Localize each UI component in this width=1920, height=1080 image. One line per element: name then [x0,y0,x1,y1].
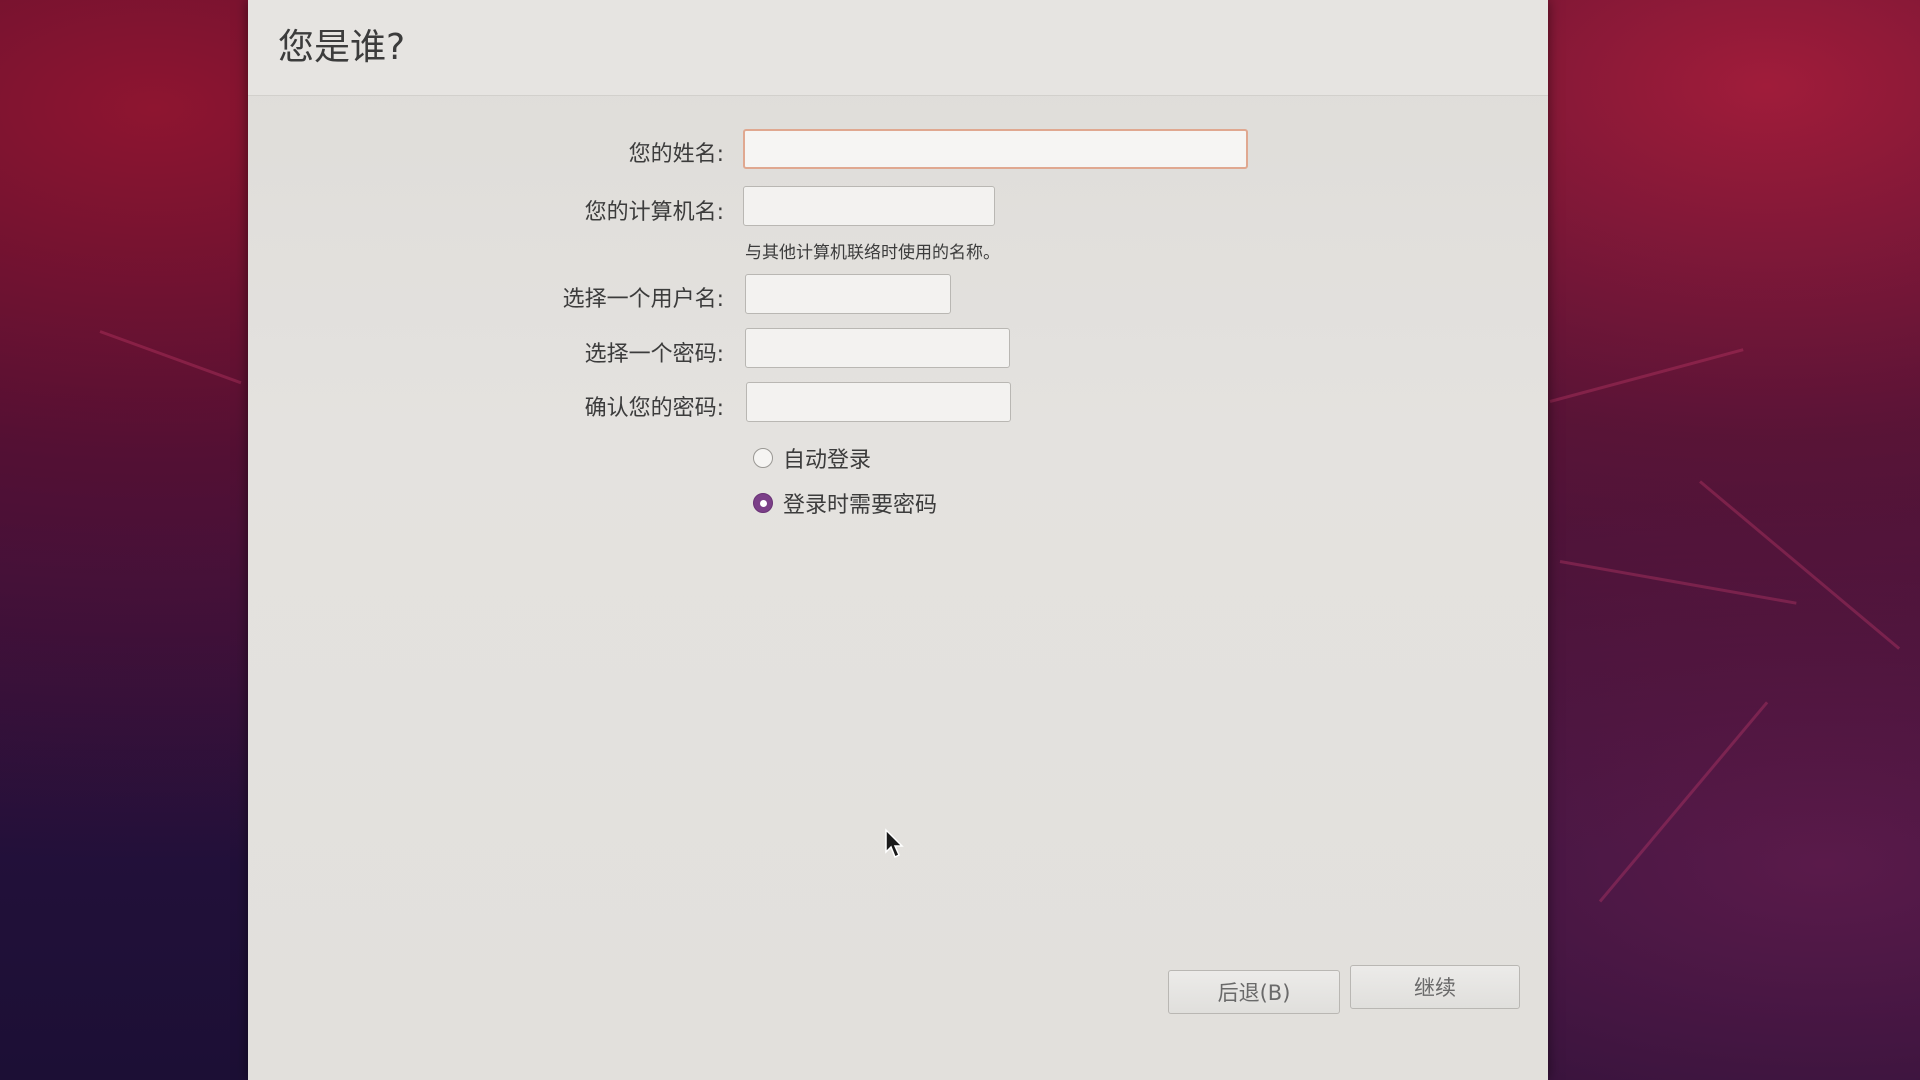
computer-name-label: 您的计算机名: [584,200,724,225]
name-label: 您的姓名: [628,142,724,167]
wallpaper-line [1699,480,1901,650]
username-field[interactable] [745,274,951,314]
auto-login-option[interactable]: 自动登录 [753,442,871,474]
require-password-label: 登录时需要密码 [783,493,938,518]
header: 您是谁? [248,0,1548,96]
name-field[interactable] [743,129,1248,169]
wallpaper-line [1598,701,1769,903]
continue-button[interactable]: 继续 [1350,965,1520,1009]
back-button[interactable]: 后退(B) [1168,970,1340,1014]
password-field[interactable] [745,328,1010,368]
computer-name-hint: 与其他计算机联络时使用的名称。 [745,243,1000,263]
wallpaper-line [1549,348,1744,403]
auto-login-label: 自动登录 [783,448,872,473]
radio-checked-icon[interactable] [753,493,773,513]
radio-unchecked-icon[interactable] [753,448,773,468]
confirm-password-label: 确认您的密码: [584,396,724,421]
password-label: 选择一个密码: [584,342,724,367]
wallpaper-line [99,330,242,385]
mouse-cursor-icon [885,828,904,859]
page-title: 您是谁? [278,27,406,68]
username-label: 选择一个用户名: [562,287,724,312]
require-password-option[interactable]: 登录时需要密码 [753,487,937,519]
wallpaper-line [1559,560,1797,605]
installer-window: 您是谁? 您的姓名: 您的计算机名: 与其他计算机联络时使用的名称。 选择一个用… [248,0,1548,1080]
computer-name-field[interactable] [743,186,995,226]
confirm-password-field[interactable] [746,382,1011,422]
